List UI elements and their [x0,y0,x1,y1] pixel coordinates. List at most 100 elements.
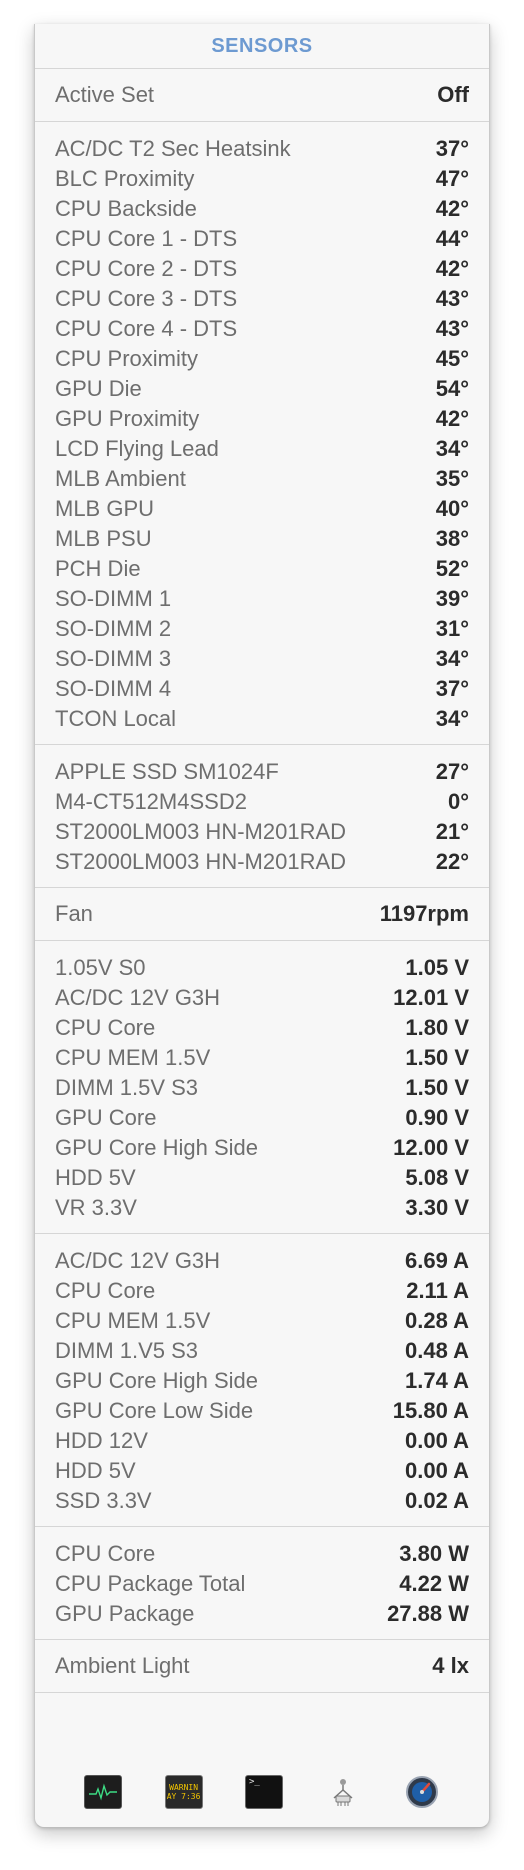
sensor-value: 40° [435,496,469,521]
sensor-row[interactable]: ST2000LM003 HN-M201RAD 21° [55,817,469,847]
sensor-value: 0.02 A [404,1488,469,1513]
sensor-row[interactable]: GPU Core 0.90 V [55,1103,469,1133]
sensor-value: 38° [435,526,469,551]
sensor-row[interactable]: CPU Core 1 - DTS 44° [55,224,469,254]
sensor-value: 43° [435,316,469,341]
sensor-value: 47° [435,166,469,191]
sensor-label: M4-CT512M4SSD2 [55,789,247,814]
sensor-value: 5.08 V [405,1165,469,1190]
console-icon[interactable]: WARNIN AY 7:36 [164,1775,203,1809]
disk-utility-icon[interactable] [404,1776,440,1808]
sensor-row[interactable]: CPU Core 1.80 V [55,1013,469,1043]
sensor-value: 42° [435,406,469,431]
active-set-section: Active Set Off [35,69,489,122]
sensors-panel: SENSORS Active Set Off AC/DC T2 Sec Heat… [34,24,490,1828]
sensor-value: 34° [435,436,469,461]
sensor-row[interactable]: CPU MEM 1.5V 0.28 A [55,1306,469,1336]
sensor-row[interactable]: M4-CT512M4SSD2 0° [55,787,469,817]
sensor-label: HDD 12V [55,1428,148,1453]
sensor-row[interactable]: SO-DIMM 4 37° [55,674,469,704]
fan-section: Fan 1197rpm [35,888,489,941]
sensor-row[interactable]: MLB Ambient 35° [55,464,469,494]
sensor-label: BLC Proximity [55,166,195,191]
sensor-row[interactable]: GPU Die 54° [55,374,469,404]
sensor-value: 0.28 A [404,1308,469,1333]
sensor-label: CPU Package Total [55,1571,246,1596]
sensor-row[interactable]: DIMM 1.5V S3 1.50 V [55,1073,469,1103]
sensor-row[interactable]: ST2000LM003 HN-M201RAD 22° [55,847,469,877]
sensor-value: 1.50 V [405,1075,469,1100]
sensor-row[interactable]: HDD 5V 5.08 V [55,1163,469,1193]
sensor-label: CPU MEM 1.5V [55,1045,211,1070]
sensor-value: 42° [435,256,469,281]
sensor-value: 34° [435,646,469,671]
active-set-row[interactable]: Active Set Off [55,80,469,110]
sensor-label: CPU MEM 1.5V [55,1308,211,1333]
sensor-label: SO-DIMM 1 [55,586,172,611]
sensor-row[interactable]: LCD Flying Lead 34° [55,434,469,464]
sensor-row[interactable]: SO-DIMM 3 34° [55,644,469,674]
sensor-value: 37° [435,676,469,701]
sensor-value: 42° [435,196,469,221]
drive-temperature-section: APPLE SSD SM1024F 27° M4-CT512M4SSD2 0° ST20… [35,745,489,888]
sensor-row[interactable]: CPU Core 3.80 W [55,1539,469,1569]
sensor-row[interactable]: CPU MEM 1.5V 1.50 V [55,1043,469,1073]
sensor-row[interactable]: PCH Die 52° [55,554,469,584]
panel-title: SENSORS [35,24,489,69]
ambient-light-row[interactable]: Ambient Light 4 lx [55,1651,469,1681]
sensor-row[interactable]: CPU Core 2.11 A [55,1276,469,1306]
sensor-value: 0.48 A [404,1338,469,1363]
sensor-label: VR 3.3V [55,1195,137,1220]
sensor-row[interactable]: HDD 5V 0.00 A [55,1456,469,1486]
sensor-row[interactable]: AC/DC 12V G3H 6.69 A [55,1246,469,1276]
sensor-label: HDD 5V [55,1458,136,1483]
sensor-row[interactable]: CPU Backside 42° [55,194,469,224]
sensor-row[interactable]: TCON Local 34° [55,704,469,734]
sensor-row[interactable]: GPU Package 27.88 W [55,1599,469,1629]
sensor-value: 6.69 A [404,1248,469,1273]
sensor-label: Fan [55,901,93,926]
sensor-row[interactable]: GPU Proximity 42° [55,404,469,434]
sensor-value: 39° [435,586,469,611]
sensor-row[interactable]: CPU Package Total 4.22 W [55,1569,469,1599]
system-information-icon[interactable] [325,1776,361,1808]
sensor-value: 1197rpm [379,901,469,926]
sensor-row[interactable]: CPU Core 4 - DTS 43° [55,314,469,344]
sensor-row[interactable]: CPU Proximity 45° [55,344,469,374]
sensor-row[interactable]: 1.05V S0 1.05 V [55,953,469,983]
sensor-row[interactable]: GPU Core High Side 12.00 V [55,1133,469,1163]
sensor-row[interactable]: MLB PSU 38° [55,524,469,554]
sensor-label: 1.05V S0 [55,955,146,980]
sensor-value: 43° [435,286,469,311]
sensor-row[interactable]: AC/DC 12V G3H 12.01 V [55,983,469,1013]
sensor-row[interactable]: CPU Core 2 - DTS 42° [55,254,469,284]
activity-monitor-icon[interactable] [84,1775,123,1809]
fan-row[interactable]: Fan 1197rpm [55,899,469,929]
sensor-row[interactable]: GPU Core High Side 1.74 A [55,1366,469,1396]
sensor-value: 35° [435,466,469,491]
sensor-value: 27.88 W [387,1601,469,1626]
sensor-row[interactable]: AC/DC T2 Sec Heatsink 37° [55,134,469,164]
terminal-icon[interactable]: >_ [244,1775,283,1809]
sensor-value: 44° [435,226,469,251]
sensor-value: 0° [447,789,469,814]
sensor-row[interactable]: APPLE SSD SM1024F 27° [55,757,469,787]
terminal-prompt: >_ [248,1777,260,1787]
sensor-row[interactable]: MLB GPU 40° [55,494,469,524]
sensor-label: CPU Core [55,1541,156,1566]
sensor-row[interactable]: HDD 12V 0.00 A [55,1426,469,1456]
sensor-row[interactable]: BLC Proximity 47° [55,164,469,194]
sensor-row[interactable]: VR 3.3V 3.30 V [55,1193,469,1223]
sensor-row[interactable]: GPU Core Low Side 15.80 A [55,1396,469,1426]
sensor-row[interactable]: SO-DIMM 1 39° [55,584,469,614]
sensor-value: 31° [435,616,469,641]
sensor-label: CPU Core 2 - DTS [55,256,238,281]
sensor-label: CPU Core [55,1278,156,1303]
sensor-row[interactable]: SSD 3.3V 0.02 A [55,1486,469,1516]
sensor-row[interactable]: CPU Core 3 - DTS 43° [55,284,469,314]
sensor-label: DIMM 1.5V S3 [55,1075,199,1100]
sensor-label: Ambient Light [55,1653,190,1678]
sensor-row[interactable]: SO-DIMM 2 31° [55,614,469,644]
sensor-row[interactable]: DIMM 1.V5 S3 0.48 A [55,1336,469,1366]
sensor-label: CPU Backside [55,196,197,221]
